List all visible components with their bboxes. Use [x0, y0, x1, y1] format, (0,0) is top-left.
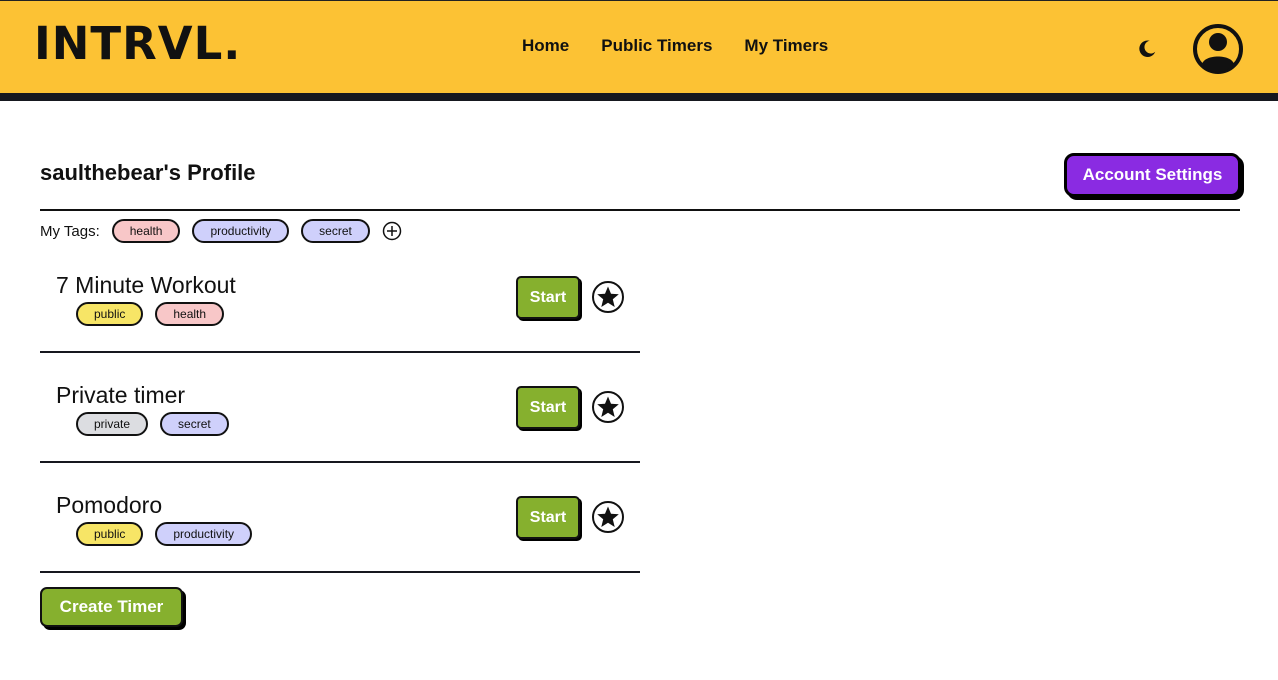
tag-productivity: productivity — [155, 522, 253, 546]
moon-icon[interactable] — [1136, 38, 1158, 60]
nav-my-timers[interactable]: My Timers — [744, 35, 828, 57]
timer-item: Pomodoro public productivity Start — [40, 463, 640, 573]
nav-public-timers[interactable]: Public Timers — [601, 35, 712, 57]
tag-health: health — [155, 302, 225, 326]
top-header: INTRVL. Home Public Timers My Timers — [0, 0, 1278, 101]
star-icon[interactable] — [591, 280, 625, 314]
tag-public: public — [76, 522, 144, 546]
my-tags-label: My Tags: — [40, 222, 100, 240]
user-avatar-icon[interactable] — [1192, 23, 1244, 75]
timer-tags: public health — [76, 302, 236, 326]
tag-secret: secret — [160, 412, 229, 436]
timer-item: 7 Minute Workout public health Start — [40, 243, 640, 353]
plus-circle-icon[interactable] — [382, 221, 402, 241]
timer-tags: public productivity — [76, 522, 264, 546]
timer-name[interactable]: Private timer — [56, 381, 185, 409]
timer-name[interactable]: 7 Minute Workout — [56, 271, 236, 299]
start-button[interactable]: Start — [516, 276, 580, 319]
page-title: saulthebear's Profile — [40, 160, 256, 185]
main-nav: Home Public Timers My Timers — [522, 35, 828, 57]
my-tags-row: My Tags: health productivity secret — [40, 219, 402, 243]
tag-private: private — [76, 412, 149, 436]
nav-home[interactable]: Home — [522, 35, 569, 57]
app-logo[interactable]: INTRVL. — [34, 18, 241, 70]
divider — [40, 209, 1240, 211]
tag-public: public — [76, 302, 144, 326]
timer-name[interactable]: Pomodoro — [56, 491, 162, 519]
account-settings-button[interactable]: Account Settings — [1064, 153, 1241, 197]
tag-health[interactable]: health — [111, 219, 181, 243]
star-icon[interactable] — [591, 500, 625, 534]
timer-tags: private secret — [76, 412, 241, 436]
start-button[interactable]: Start — [516, 496, 580, 539]
star-icon[interactable] — [591, 390, 625, 424]
create-timer-button[interactable]: Create Timer — [40, 587, 183, 627]
tag-productivity[interactable]: productivity — [192, 219, 290, 243]
start-button[interactable]: Start — [516, 386, 580, 429]
tag-secret[interactable]: secret — [301, 219, 370, 243]
timer-item: Private timer private secret Start — [40, 353, 640, 463]
